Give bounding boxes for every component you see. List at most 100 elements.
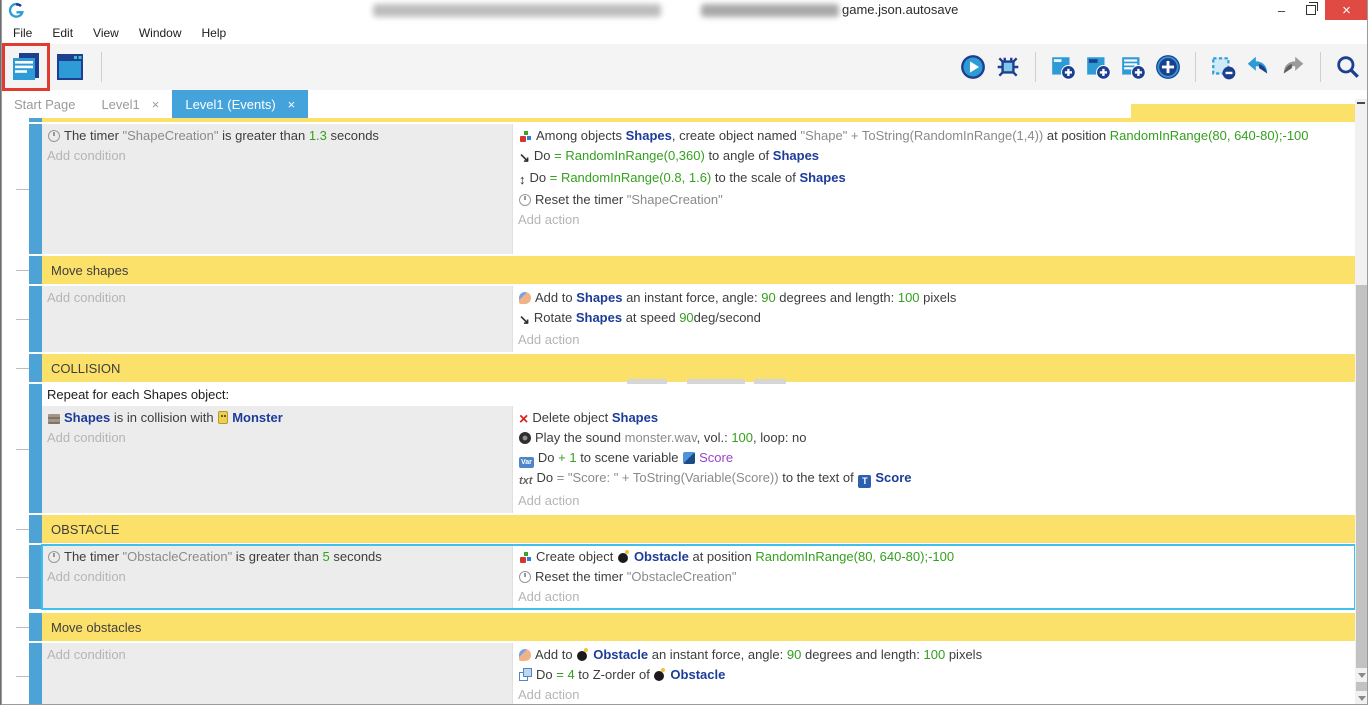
delete-event-button[interactable] [1210, 54, 1236, 80]
action-line[interactable]: Reset the timer "ShapeCreation" [513, 190, 1355, 210]
add-action[interactable]: Add action [513, 685, 1355, 704]
text-segment: Reset the timer [535, 192, 627, 207]
add-event-button[interactable] [1050, 54, 1076, 80]
events-sheet-button[interactable] [8, 49, 44, 85]
action-line[interactable]: ↕Do = RandomInRange(0.8, 1.6) to the sca… [513, 168, 1355, 190]
event-handle-bar[interactable] [29, 545, 42, 609]
event-gutter [2, 545, 29, 609]
event-row-selected[interactable]: The timer "ObstacleCreation" is greater … [2, 545, 1355, 609]
vertical-scrollbar[interactable] [1355, 99, 1368, 704]
action-line[interactable]: VarDo + 1 to scene variable Score [513, 448, 1355, 468]
comment-row[interactable]: Move obstacles [2, 613, 1355, 641]
event-handle-bar[interactable] [29, 118, 42, 122]
scroll-down-arrow-icon[interactable] [1358, 673, 1366, 678]
event-handle-bar[interactable] [29, 515, 42, 543]
add-subevent-button[interactable] [1085, 54, 1111, 80]
action-line[interactable]: ↘Do = RandomInRange(0,360) to angle of S… [513, 146, 1355, 168]
undo-button[interactable] [1245, 54, 1271, 80]
text-segment: Create object [536, 549, 617, 564]
action-line[interactable]: txtDo = "Score: " + ToString(Variable(Sc… [513, 468, 1355, 491]
foreach-header[interactable]: Repeat for each Shapes object: [42, 384, 1355, 406]
text-segment: is greater than [232, 549, 322, 564]
tab-start-page[interactable]: Start Page [1, 90, 88, 118]
toolbar-separator [1320, 52, 1321, 82]
add-action[interactable]: Add action [513, 587, 1355, 607]
action-line[interactable]: Play the sound monster.wav, vol.: 100, l… [513, 428, 1355, 448]
menu-help[interactable]: Help [192, 23, 237, 43]
action-line[interactable]: Do = 4 to Z-order of Obstacle [513, 665, 1355, 685]
add-condition[interactable]: Add condition [42, 567, 512, 587]
add-comment-button[interactable] [1120, 54, 1146, 80]
scrollbar-bottom-block[interactable] [1356, 682, 1367, 691]
add-circle-button[interactable] [1155, 54, 1181, 80]
menu-view[interactable]: View [83, 23, 129, 43]
action-line[interactable]: Add to Obstacle an instant force, angle:… [513, 645, 1355, 665]
tab-level1-events-[interactable]: Level1 (Events)× [172, 90, 308, 118]
foreach-event-row[interactable]: Repeat for each Shapes object:Shapes is … [2, 384, 1355, 513]
add-condition[interactable]: Add condition [42, 645, 512, 665]
text-segment: Obstacle [634, 549, 689, 564]
comment-row[interactable]: OBSTACLE [2, 515, 1355, 543]
event-gutter [2, 118, 29, 122]
text-segment: Add condition [47, 569, 126, 584]
event-row[interactable]: Add conditionAdd to Shapes an instant fo… [2, 286, 1355, 352]
redo-button[interactable] [1280, 54, 1306, 80]
text-segment: at speed [622, 310, 679, 325]
add-condition[interactable]: Add condition [42, 288, 512, 308]
tab-level1[interactable]: Level1× [88, 90, 172, 118]
scene-window-button[interactable] [52, 49, 88, 85]
action-line[interactable]: Create object Obstacle at position Rando… [513, 547, 1355, 567]
text-segment: "ShapeCreation" [123, 128, 219, 143]
scroll-down-arrow-icon[interactable] [1358, 696, 1366, 701]
scrollbar-thumb[interactable] [1356, 285, 1367, 668]
menu-edit[interactable]: Edit [42, 23, 83, 43]
text-segment: Do [536, 667, 556, 682]
create-icon [519, 550, 532, 563]
event-row[interactable]: The timer "ShapeCreation" is greater tha… [2, 124, 1355, 254]
comment-text: OBSTACLE [51, 522, 119, 537]
event-handle-bar[interactable] [29, 384, 42, 513]
play-button[interactable] [960, 54, 986, 80]
action-line[interactable]: Among objects Shapes, create object name… [513, 126, 1355, 146]
comment-row[interactable]: Move shapes [2, 256, 1355, 284]
text-segment: Shapes [612, 410, 658, 425]
event-handle-bar[interactable] [29, 354, 42, 382]
add-action[interactable]: Add action [513, 330, 1355, 350]
text-segment: to the scale of [711, 170, 799, 185]
blurred-title-region [373, 4, 661, 17]
tab-label: Start Page [14, 97, 75, 112]
condition-line[interactable]: The timer "ObstacleCreation" is greater … [42, 547, 512, 567]
menu-window[interactable]: Window [129, 23, 192, 43]
add-action[interactable]: Add action [513, 210, 1355, 230]
restore-button[interactable] [1296, 0, 1325, 20]
text-segment: = RandomInRange(0,360) [554, 148, 705, 163]
add-action[interactable]: Add action [513, 491, 1355, 511]
event-handle-bar[interactable] [29, 613, 42, 641]
action-line[interactable]: ↘Rotate Shapes at speed 90deg/second [513, 308, 1355, 330]
tab-close-icon[interactable]: × [152, 97, 160, 112]
search-button[interactable] [1335, 54, 1361, 80]
action-line[interactable]: Reset the timer "ObstacleCreation" [513, 567, 1355, 587]
create-icon [519, 129, 532, 142]
event-handle-bar[interactable] [29, 286, 42, 352]
action-line[interactable]: ×Delete object Shapes [513, 408, 1355, 428]
condition-line[interactable]: The timer "ShapeCreation" is greater tha… [42, 126, 512, 146]
text-segment: Add to [535, 290, 576, 305]
tab-close-icon[interactable]: × [288, 97, 296, 112]
text-segment: 1.3 [309, 128, 327, 143]
menu-file[interactable]: File [3, 23, 42, 43]
close-button[interactable]: × [1325, 0, 1368, 20]
event-row[interactable]: Add conditionAdd to Obstacle an instant … [2, 643, 1355, 704]
text-segment: The timer [64, 128, 123, 143]
event-handle-bar[interactable] [29, 643, 42, 704]
debug-button[interactable] [995, 54, 1021, 80]
event-handle-bar[interactable] [29, 256, 42, 284]
comment-row[interactable]: COLLISION [2, 354, 1355, 382]
event-gutter [2, 515, 29, 543]
event-handle-bar[interactable] [29, 124, 42, 254]
action-line[interactable]: Add to Shapes an instant force, angle: 9… [513, 288, 1355, 308]
add-condition[interactable]: Add condition [42, 146, 512, 166]
add-condition[interactable]: Add condition [42, 428, 512, 448]
minimize-button[interactable]: – [1267, 0, 1296, 20]
condition-line[interactable]: Shapes is in collision with Monster [42, 408, 512, 428]
